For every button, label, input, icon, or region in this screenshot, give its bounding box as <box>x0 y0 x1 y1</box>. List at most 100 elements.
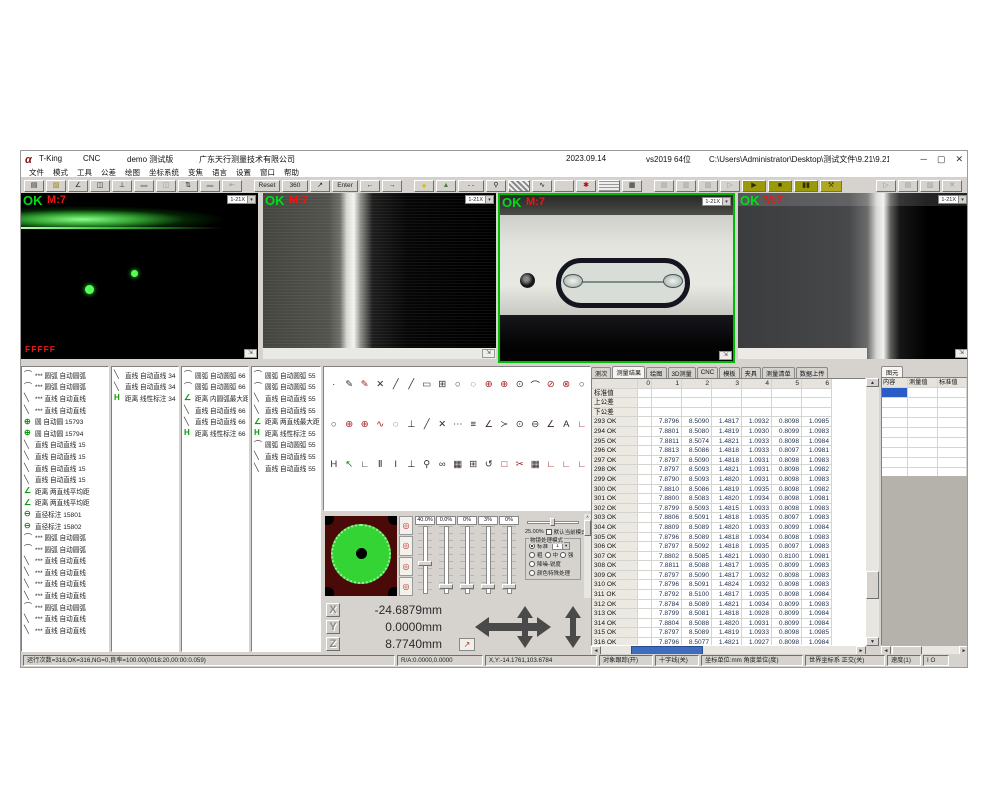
chart-button[interactable]: ▦ <box>622 180 642 192</box>
settings-scrollbar[interactable]: ∧ <box>584 514 591 598</box>
measure-item[interactable]: ╲直线 自动直线 15 <box>22 462 108 474</box>
measure-tool-icon[interactable]: ╱ <box>419 417 435 432</box>
camera-panel-2[interactable]: OK M:7 1-21X ▾ ⇲ <box>263 193 496 359</box>
result-row[interactable]: 295 OK7.88118.50741.48211.09330.80981.09… <box>592 437 865 447</box>
measure-item[interactable]: ╲*** 直线 自动直线 <box>22 555 108 567</box>
measure-tool-icon[interactable]: ○ <box>450 377 466 392</box>
chevron-down-icon[interactable]: ▾ <box>722 198 730 205</box>
menu-item-坐标系统[interactable]: 坐标系统 <box>149 167 179 178</box>
menu-item-模式[interactable]: 模式 <box>53 167 68 178</box>
strong-radio[interactable] <box>560 552 566 558</box>
result-row[interactable]: 307 OK7.88028.50851.48211.09300.81001.09… <box>592 552 865 562</box>
arrow-next-button[interactable]: → <box>382 180 402 192</box>
slider-thumb[interactable] <box>481 584 495 589</box>
measure-tool-icon[interactable]: ∟ <box>543 457 559 472</box>
element-row[interactable] <box>882 428 968 438</box>
menu-item-语言[interactable]: 语言 <box>212 167 227 178</box>
measure-tool-icon[interactable]: ⊕ <box>497 377 513 392</box>
measure-tool-icon[interactable]: ⊕ <box>342 417 358 432</box>
ring-light-button[interactable]: ◎ <box>399 577 413 596</box>
result-row[interactable]: 306 OK7.87978.50921.48181.09350.80971.09… <box>592 542 865 552</box>
zoom-select[interactable]: 1-21X ▾ <box>227 195 256 204</box>
measure-tool-icon[interactable]: ⊕ <box>481 377 497 392</box>
result-row[interactable]: 296 OK7.88138.50861.48181.09330.80971.09… <box>592 446 865 456</box>
menu-item-公差[interactable]: 公差 <box>101 167 116 178</box>
tab-CNC[interactable]: CNC <box>697 367 718 378</box>
measure-tool-icon[interactable]: ✎ <box>342 377 358 392</box>
camera-panel-3-selected[interactable]: OK M:7 1-21X ▾ ⇲ <box>498 193 735 363</box>
checker-button[interactable] <box>508 180 530 192</box>
slider-track[interactable] <box>439 526 453 594</box>
tolerance-row[interactable]: 标准值 <box>592 389 865 399</box>
measure-item[interactable]: ╲直线 自动直线 15 <box>22 450 108 462</box>
result-row[interactable]: 304 OK7.88098.50891.48201.09330.80991.09… <box>592 523 865 533</box>
measure-tool-icon[interactable]: ⊖ <box>528 417 544 432</box>
element-row[interactable] <box>882 398 968 408</box>
measure-item[interactable]: ⌒圆弧 自动圆弧 55 <box>252 381 320 393</box>
measure-tool-icon[interactable]: ⌒ <box>528 377 544 392</box>
result-row[interactable]: 316 OK7.87968.50771.48211.09270.80981.09… <box>592 638 865 646</box>
probe-button[interactable]: ◫ <box>90 180 110 192</box>
measure-tool-icon[interactable]: · <box>326 377 342 392</box>
measure-tool-icon[interactable]: ⊙ <box>512 417 528 432</box>
result-row[interactable]: 294 OK7.88018.50801.48191.09300.80991.09… <box>592 427 865 437</box>
play-button[interactable]: ▶ <box>742 180 766 192</box>
measure-tool-icon[interactable]: ⊕ <box>357 417 373 432</box>
resize-handle[interactable]: ⇲ <box>244 349 257 358</box>
measure-item[interactable]: ╲*** 直线 自动直线 <box>22 612 108 624</box>
result-row[interactable]: 314 OK7.88048.50881.48201.09310.80991.09… <box>592 619 865 629</box>
pause-button[interactable]: ▮▮ <box>794 180 818 192</box>
measure-tool-icon[interactable]: ⚲ <box>419 457 435 472</box>
measure-tool-icon[interactable]: ∟ <box>559 457 575 472</box>
measure-item[interactable]: H距离 线性标注 66 <box>182 427 248 439</box>
result-row[interactable]: 299 OK7.87908.50931.48201.09310.80981.09… <box>592 475 865 485</box>
scrollbar-thumb[interactable] <box>584 520 591 536</box>
reset-button[interactable]: Reset <box>254 180 280 192</box>
slider-thumb[interactable] <box>439 584 453 589</box>
tab-3D测量[interactable]: 3D测量 <box>668 367 696 378</box>
maximize-button[interactable]: ▢ <box>937 154 946 165</box>
result-row[interactable]: 305 OK7.87968.50891.48181.09340.80981.09… <box>592 533 865 543</box>
measure-tool-icon[interactable]: ╱ <box>388 377 404 392</box>
measure-item[interactable]: ⌒*** 圆弧 自动圆弧 <box>22 381 108 393</box>
measure-item[interactable]: ╲直线 自动直线 55 <box>252 450 320 462</box>
measure-tool-icon[interactable]: ✕ <box>435 417 451 432</box>
measure-item[interactable]: ╲*** 直线 自动直线 <box>22 624 108 636</box>
ring-light-button[interactable]: ◎ <box>399 516 413 535</box>
ring-light-button[interactable]: ◎ <box>399 536 413 555</box>
measure-tool-icon[interactable]: ∠ <box>543 417 559 432</box>
measure-item[interactable]: ╲直线 自动直线 15 <box>22 439 108 451</box>
tools-run-button[interactable]: ⚒ <box>820 180 842 192</box>
tsquare-button[interactable]: ⊥ <box>112 180 132 192</box>
measure-tool-icon[interactable]: ▭ <box>419 377 435 392</box>
measure-item[interactable]: ╲*** 直线 自动直线 <box>22 566 108 578</box>
measure-item[interactable]: ⊖直径标注 15802 <box>22 520 108 532</box>
camera-panel-4[interactable]: OK M:7 1-21X ▾ ⇲ <box>738 193 968 359</box>
measure-item[interactable]: ⌒圆弧 自动圆弧 66 <box>182 381 248 393</box>
measure-item[interactable]: ╲*** 直线 自动直线 <box>22 404 108 416</box>
measure-item[interactable]: ⌒*** 圆弧 自动圆弧 <box>22 531 108 543</box>
menu-item-工具[interactable]: 工具 <box>77 167 92 178</box>
rotate-360-button[interactable]: 360 <box>282 180 308 192</box>
minus-minus-button[interactable]: - - <box>458 180 484 192</box>
measure-tool-icon[interactable]: ○ <box>574 377 590 392</box>
tab-夹具[interactable]: 夹具 <box>741 367 761 378</box>
measure-item[interactable]: ⊕圆 自动圆 15793 <box>22 415 108 427</box>
measure-tool-icon[interactable]: ◌ <box>466 377 482 392</box>
result-row[interactable]: 298 OK7.87978.50931.48211.09310.80981.09… <box>592 465 865 475</box>
magnifier-button[interactable]: ⚲ <box>486 180 506 192</box>
tolerance-row[interactable]: 上公差 <box>592 398 865 408</box>
measure-tool-icon[interactable]: ▦ <box>528 457 544 472</box>
measure-item[interactable]: ╲*** 直线 自动直线 <box>22 392 108 404</box>
result-row[interactable]: 303 OK7.88068.50911.48181.09350.80971.09… <box>592 513 865 523</box>
tab-数据上传[interactable]: 数据上传 <box>796 367 829 378</box>
measure-tool-icon[interactable]: ∠ <box>481 417 497 432</box>
updown-button[interactable]: ⇅ <box>178 180 198 192</box>
measure-item[interactable]: ╲直线 自动直线 34 <box>112 381 178 393</box>
slider-thumb[interactable] <box>460 584 474 589</box>
measure-tool-icon[interactable]: ∟ <box>357 457 373 472</box>
scroll-down-icon[interactable]: ▼ <box>866 637 879 646</box>
scroll-up-icon[interactable]: ▲ <box>866 378 879 387</box>
measure-item[interactable]: ╲直线 自动直线 34 <box>112 369 178 381</box>
measure-item[interactable]: ⌒*** 圆弧 自动圆弧 <box>22 369 108 381</box>
